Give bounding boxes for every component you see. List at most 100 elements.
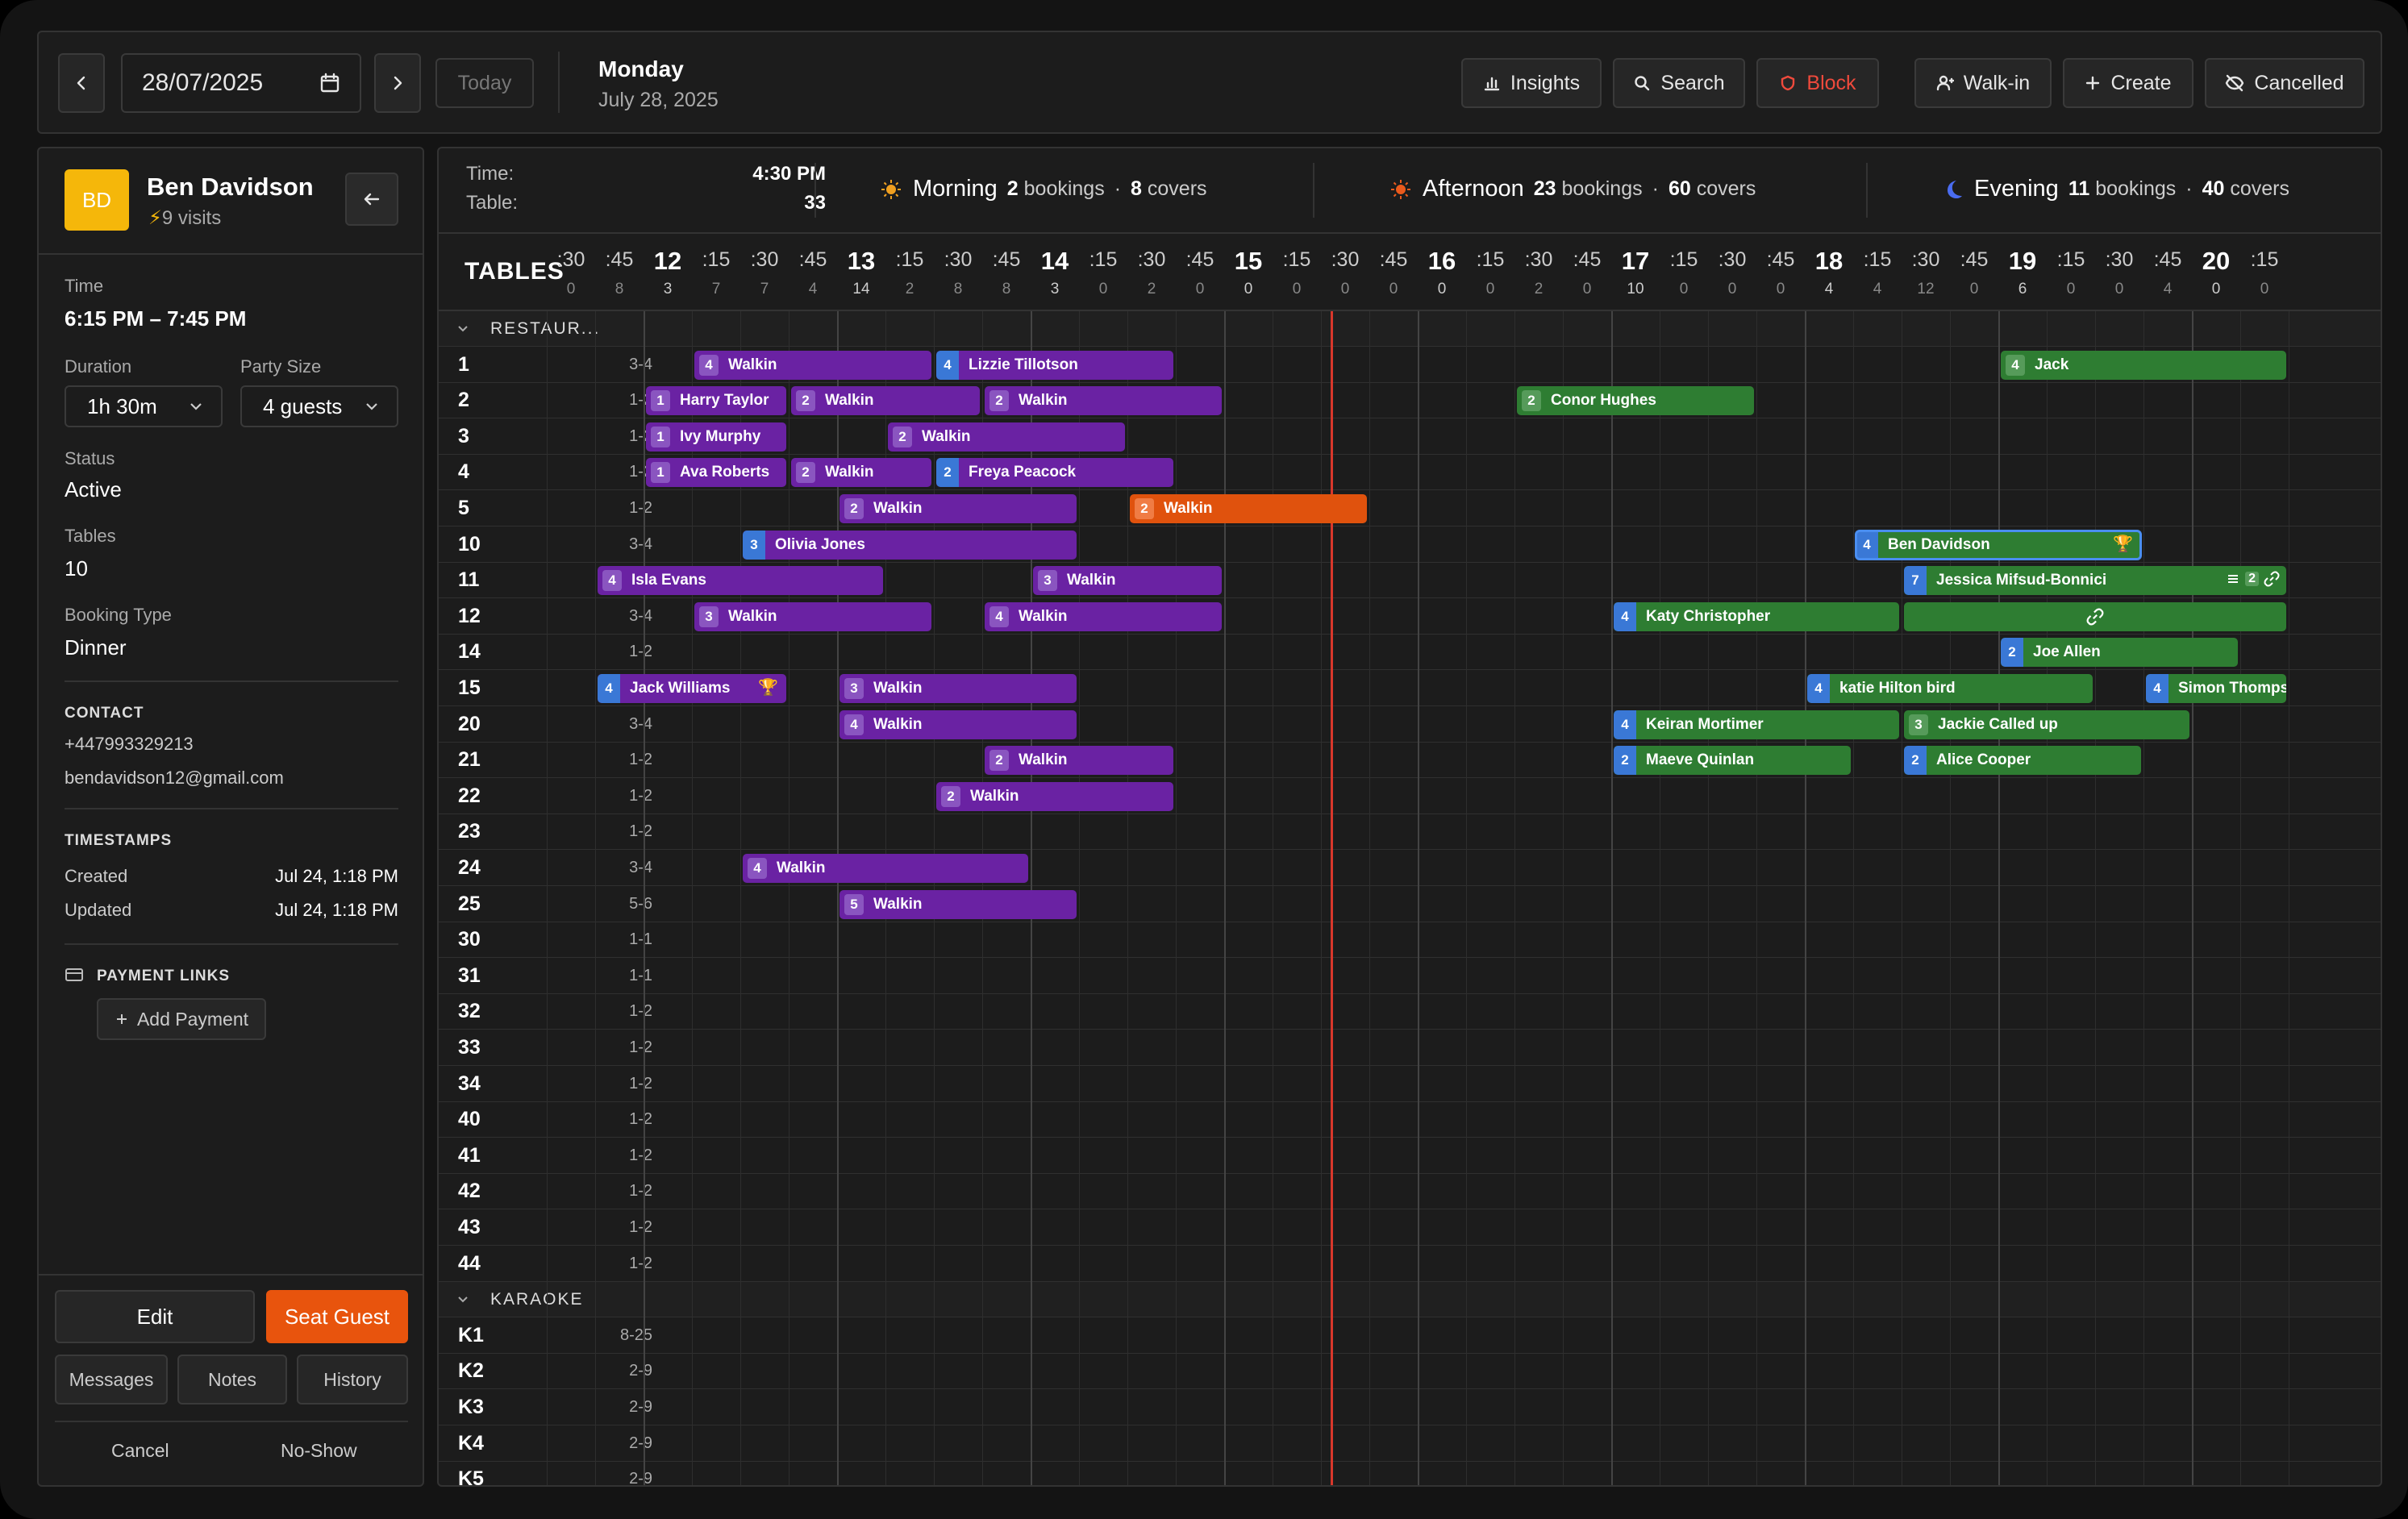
history-button[interactable]: History	[297, 1355, 408, 1405]
walkin-button[interactable]: Walk-in	[1914, 58, 2052, 108]
booking-block[interactable]: 1 Ivy Murphy	[646, 422, 786, 452]
today-button[interactable]: Today	[435, 58, 534, 108]
booking-block[interactable]: 4 Walkin	[743, 854, 1028, 883]
time-slot-covers: 0	[566, 281, 576, 298]
messages-button[interactable]: Messages	[55, 1355, 168, 1405]
booking-block[interactable]: 3 Walkin	[839, 674, 1077, 703]
booking-block[interactable]: 2 Walkin	[791, 386, 980, 416]
add-payment-button[interactable]: Add Payment	[97, 998, 266, 1040]
block-button[interactable]: Block	[1756, 58, 1879, 108]
party-size-badge: 2	[941, 785, 960, 807]
sun-icon	[1391, 179, 1410, 199]
plus-icon	[2086, 76, 2100, 90]
time-slot-covers: 12	[1917, 281, 1935, 298]
time-slot-covers: 0	[1340, 281, 1350, 298]
covers-word: covers	[1696, 177, 1756, 200]
booking-block[interactable]: 2 Walkin	[1130, 494, 1367, 523]
booking-guest-name: Ava Roberts	[680, 464, 770, 481]
booking-block[interactable]: 1 Harry Taylor	[646, 386, 786, 416]
booking-block[interactable]: 3 Walkin	[1033, 566, 1222, 596]
booking-block[interactable]: 2 Walkin	[985, 746, 1173, 776]
booking-block[interactable]: 2 Joe Allen	[2001, 638, 2238, 668]
booking-block[interactable]: 2 Walkin	[791, 458, 931, 488]
booking-block[interactable]: 1 Ava Roberts	[646, 458, 786, 488]
booking-block[interactable]: 7 Jessica Mifsud-Bonnici 2	[1904, 566, 2286, 596]
time-slot-covers: 0	[1679, 281, 1689, 298]
cancelled-button[interactable]: Cancelled	[2205, 58, 2364, 108]
booking-block[interactable]: 4 Isla Evans	[598, 566, 883, 596]
insights-button[interactable]: Insights	[1461, 58, 1602, 108]
block-label: Block	[1806, 71, 1856, 94]
booking-block[interactable]: 2 Freya Peacock	[936, 458, 1173, 488]
booking-block[interactable]: 4 Katy Christopher	[1614, 601, 1899, 631]
time-slot-label: :45	[2153, 248, 2182, 271]
booking-block[interactable]: 4 Simon Thomps	[2146, 674, 2286, 703]
area-section-label[interactable]: KARAOKE	[490, 1290, 584, 1309]
edit-button[interactable]: Edit	[55, 1290, 255, 1343]
back-button[interactable]	[345, 173, 398, 226]
cancel-button[interactable]: Cancel	[111, 1440, 169, 1462]
area-section-header: KARAOKE	[439, 1282, 2381, 1318]
time-slot-header: 13 14	[837, 234, 885, 311]
time-slot-covers: 0	[2260, 281, 2269, 298]
booking-block[interactable]: 3 Jackie Called up	[1904, 710, 2189, 739]
grid-line	[2047, 311, 2048, 1485]
table-name: 24	[458, 856, 481, 879]
booking-block[interactable]: 2 Walkin	[839, 494, 1077, 523]
table-capacity: 3-4	[629, 606, 652, 625]
table-name: K4	[458, 1431, 484, 1454]
booking-block[interactable]: 4 Keiran Mortimer	[1614, 710, 1899, 739]
booking-block[interactable]: 4 Walkin	[694, 350, 931, 380]
booking-block[interactable]: 2 Alice Cooper	[1904, 746, 2141, 776]
booking-block[interactable]: 4 Jack Williams 🏆	[598, 674, 786, 703]
party-size-badge: 5	[844, 893, 864, 915]
create-button[interactable]: Create	[2063, 58, 2193, 108]
booking-block[interactable]: 4 Walkin	[839, 710, 1077, 739]
time-slot-label: :45	[1185, 248, 1214, 271]
time-slot-label: :45	[1379, 248, 1408, 271]
booking-block[interactable]: 5 Walkin	[839, 889, 1077, 919]
seat-guest-button[interactable]: Seat Guest	[266, 1290, 408, 1343]
booking-block[interactable]: 4 Walkin	[985, 601, 1222, 631]
area-section-label[interactable]: RESTAUR...	[490, 319, 600, 339]
booking-block[interactable]: 3 Olivia Jones	[743, 530, 1077, 560]
payment-links-title: PAYMENT LINKS	[97, 968, 231, 984]
prev-day-button[interactable]	[58, 53, 105, 113]
booking-block[interactable]: 4 Jack	[2001, 350, 2286, 380]
table-row: 5 1-2	[439, 491, 2381, 526]
hover-time-label: Time:	[466, 163, 515, 185]
table-capacity: 1-2	[629, 822, 652, 841]
booking-block[interactable]: 2 Walkin	[936, 781, 1173, 811]
time-header: TABLES :30 0:45 8 12 3:15 7:30 7:45 4 13 14:15 2:3…	[439, 234, 2381, 311]
status-label: Status	[65, 448, 115, 468]
notes-button[interactable]: Notes	[177, 1355, 287, 1405]
search-button[interactable]: Search	[1613, 58, 1745, 108]
grid-line	[1756, 311, 1757, 1485]
booking-block[interactable]: 4 Lizzie Tillotson	[936, 350, 1173, 380]
time-slot-label: :15	[895, 248, 924, 271]
booking-block[interactable]: 3 Walkin	[694, 601, 931, 631]
booking-block[interactable]: 2 Walkin	[985, 386, 1222, 416]
party-size-badge: 3	[699, 606, 719, 627]
created-label: Created	[65, 866, 128, 886]
tables-label: Tables	[65, 526, 116, 546]
table-capacity: 2-9	[629, 1470, 652, 1487]
party-size-badge: 2	[796, 462, 815, 484]
table-name: 1	[458, 352, 469, 376]
booking-block[interactable]: 2 Conor Hughes	[1517, 386, 1754, 416]
walkin-label: Walk-in	[1963, 71, 2031, 94]
party-size-select[interactable]: 4 guests	[240, 385, 398, 427]
linked-booking-block[interactable]	[1904, 601, 2286, 631]
booking-block[interactable]: 4 katie Hilton bird	[1807, 674, 2093, 703]
booking-block[interactable]: 2 Walkin	[888, 422, 1125, 452]
booking-block[interactable]: 4 Ben Davidson 🏆	[1855, 529, 2142, 560]
booking-block[interactable]: 2 Maeve Quinlan	[1614, 746, 1851, 776]
next-day-button[interactable]	[374, 53, 421, 113]
grid-line	[1224, 311, 1226, 1485]
duration-select[interactable]: 1h 30m	[65, 385, 223, 427]
date-input[interactable]: 28/07/2025	[121, 53, 361, 113]
time-slot-label: 20	[2202, 247, 2231, 275]
booking-guest-name: Jack Williams	[630, 680, 731, 697]
no-show-button[interactable]: No-Show	[281, 1440, 357, 1462]
timestamps-title: TIMESTAMPS	[65, 832, 173, 849]
